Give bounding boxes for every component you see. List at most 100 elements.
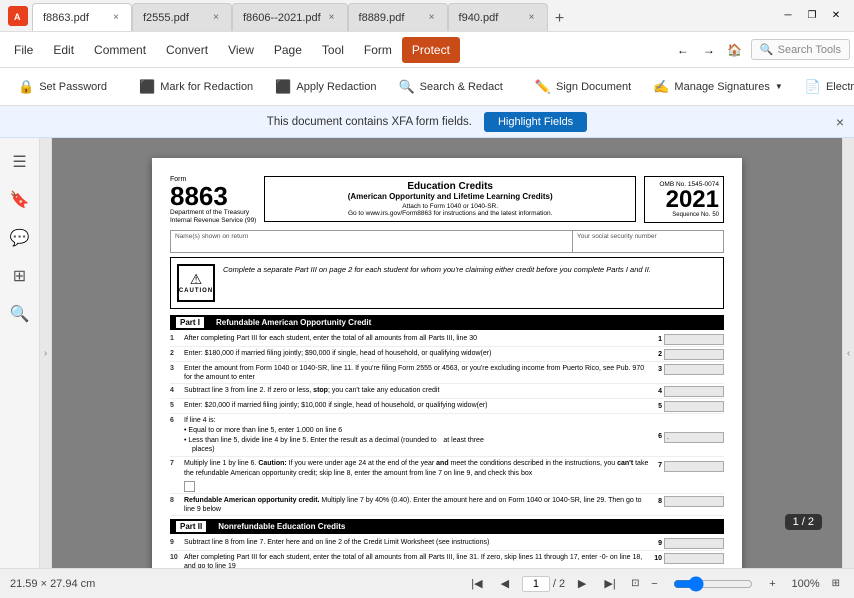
line-3-num: 3 bbox=[658, 365, 662, 374]
manage-signatures-button[interactable]: ✍️ Manage Signatures ▼ bbox=[643, 75, 793, 99]
xfa-message: This document contains XFA form fields. bbox=[267, 116, 472, 128]
menu-search-area: ← → 🏠 🔍 Search Tools bbox=[671, 38, 850, 62]
seq-label: Sequence No. bbox=[672, 212, 710, 218]
tab-f2555[interactable]: f2555.pdf × bbox=[132, 3, 232, 31]
menu-tool[interactable]: Tool bbox=[312, 37, 354, 63]
next-page-button[interactable]: ▶ bbox=[571, 573, 593, 595]
left-chevron-icon: › bbox=[44, 348, 47, 359]
tab-f8606[interactable]: f8606--2021.pdf × bbox=[232, 3, 348, 31]
menu-comment[interactable]: Comment bbox=[84, 37, 156, 63]
line-1-row: 1 After completing Part III for each stu… bbox=[170, 333, 724, 347]
forward-button[interactable]: → bbox=[697, 38, 721, 62]
sidebar-icon-layers[interactable]: ☰ bbox=[4, 146, 36, 178]
line-5-field[interactable] bbox=[664, 401, 724, 412]
lock-icon: 🔒 bbox=[18, 79, 34, 95]
menu-file[interactable]: File bbox=[4, 37, 43, 63]
line-5-num: 5 bbox=[658, 402, 662, 411]
prev-page-button[interactable]: ◀ bbox=[494, 573, 516, 595]
zoom-level: 100% bbox=[791, 578, 819, 590]
line-7-checkbox[interactable] bbox=[184, 481, 195, 492]
menu-convert[interactable]: Convert bbox=[156, 37, 218, 63]
line-10-field[interactable] bbox=[664, 553, 724, 564]
menu-view[interactable]: View bbox=[218, 37, 264, 63]
zoom-slider[interactable] bbox=[673, 576, 753, 592]
page-number-input[interactable] bbox=[522, 576, 550, 592]
apply-redaction-button[interactable]: ⬛ Apply Redaction bbox=[265, 75, 386, 99]
line-9-num: 9 bbox=[658, 539, 662, 548]
line-9-field[interactable] bbox=[664, 538, 724, 549]
left-panel-handle[interactable]: › bbox=[40, 138, 52, 568]
restore-button[interactable]: ❐ bbox=[802, 6, 822, 26]
line-6-row: 6 If line 4 is: • Equal to or more than … bbox=[170, 415, 724, 457]
sign-document-button[interactable]: ✏️ Sign Document bbox=[525, 75, 641, 99]
page-navigation: |◀ ◀ / 2 ▶ ▶| ⊡ bbox=[466, 573, 644, 595]
tab-f940[interactable]: f940.pdf × bbox=[448, 3, 548, 31]
line-1-field[interactable] bbox=[664, 334, 724, 345]
dept-info: Department of the Treasury Internal Reve… bbox=[170, 209, 256, 226]
page-input-area: / 2 bbox=[522, 576, 565, 592]
form-number-big: 8863 bbox=[170, 183, 256, 209]
menu-protect[interactable]: Protect bbox=[402, 37, 460, 63]
close-button[interactable]: ✕ bbox=[826, 6, 846, 26]
tab-f8863-close[interactable]: × bbox=[111, 10, 121, 25]
line-6-field[interactable]: . bbox=[664, 432, 724, 443]
set-password-label: Set Password bbox=[39, 81, 107, 93]
tab-f8863[interactable]: f8863.pdf × bbox=[32, 3, 132, 31]
tab-f8606-label: f8606--2021.pdf bbox=[243, 12, 321, 24]
xfa-close-button[interactable]: × bbox=[836, 114, 844, 130]
electronic-label: Electro... bbox=[826, 81, 854, 93]
home-button[interactable]: 🏠 bbox=[723, 38, 747, 62]
minimize-button[interactable]: ─ bbox=[778, 6, 798, 26]
sidebar-icon-bookmark[interactable]: 🔖 bbox=[4, 184, 36, 216]
part1-title: Refundable American Opportunity Credit bbox=[216, 318, 371, 327]
line-4-field[interactable] bbox=[664, 386, 724, 397]
tab-f8606-close[interactable]: × bbox=[327, 10, 337, 25]
sidebar-icon-comment[interactable]: 💬 bbox=[4, 222, 36, 254]
main-area: ☰ 🔖 💬 ⊞ 🔍 › Form 8863 Department of the … bbox=[0, 138, 854, 568]
apply-redaction-label: Apply Redaction bbox=[296, 81, 376, 93]
tab-f8889[interactable]: f8889.pdf × bbox=[348, 3, 448, 31]
page-count-badge: 1 / 2 bbox=[785, 514, 822, 530]
search-redact-button[interactable]: 🔍 Search & Redact bbox=[388, 75, 512, 99]
apply-redaction-icon: ⬛ bbox=[275, 79, 291, 95]
line-9-row: 9 Subtract line 8 from line 7. Enter her… bbox=[170, 537, 724, 551]
fit-page-button[interactable]: ⊡ bbox=[627, 573, 643, 595]
svg-text:A: A bbox=[14, 12, 21, 22]
mark-redaction-icon: ⬛ bbox=[139, 79, 155, 95]
line-7-field[interactable] bbox=[664, 461, 724, 472]
document-scroll[interactable]: Form 8863 Department of the Treasury Int… bbox=[52, 138, 842, 568]
sidebar-icon-pages[interactable]: ⊞ bbox=[4, 260, 36, 292]
line-3-field[interactable] bbox=[664, 364, 724, 375]
protect-toolbar: 🔒 Set Password ⬛ Mark for Redaction ⬛ Ap… bbox=[0, 68, 854, 106]
menu-form[interactable]: Form bbox=[354, 37, 402, 63]
right-panel-handle[interactable]: ‹ bbox=[842, 138, 854, 568]
line-8-field[interactable] bbox=[664, 496, 724, 507]
last-page-button[interactable]: ▶| bbox=[599, 573, 621, 595]
total-pages: 2 bbox=[559, 578, 565, 590]
tab-f940-label: f940.pdf bbox=[459, 12, 499, 24]
line-1-num: 1 bbox=[658, 335, 662, 344]
highlight-fields-button[interactable]: Highlight Fields bbox=[484, 112, 587, 132]
tab-f8889-close[interactable]: × bbox=[427, 10, 437, 25]
mark-redaction-button[interactable]: ⬛ Mark for Redaction bbox=[129, 75, 263, 99]
lines-section: 1 After completing Part III for each stu… bbox=[170, 333, 724, 516]
fit-width-button[interactable]: ⊞ bbox=[828, 573, 844, 595]
sidebar-icon-search[interactable]: 🔍 bbox=[4, 298, 36, 330]
caution-text: Complete a separate Part III on page 2 f… bbox=[223, 264, 651, 302]
zoom-in-button[interactable]: + bbox=[761, 573, 783, 595]
search-tools-input[interactable]: 🔍 Search Tools bbox=[751, 39, 850, 60]
left-sidebar: ☰ 🔖 💬 ⊞ 🔍 bbox=[0, 138, 40, 568]
menu-edit[interactable]: Edit bbox=[43, 37, 84, 63]
menu-page[interactable]: Page bbox=[264, 37, 312, 63]
new-tab-button[interactable]: + bbox=[548, 7, 572, 31]
zoom-out-button[interactable]: − bbox=[643, 573, 665, 595]
line-8-row: 8 Refundable American opportunity credit… bbox=[170, 495, 724, 516]
line-2-field[interactable] bbox=[664, 349, 724, 360]
set-password-button[interactable]: 🔒 Set Password bbox=[8, 75, 117, 99]
tab-f2555-close[interactable]: × bbox=[211, 10, 221, 25]
first-page-button[interactable]: |◀ bbox=[466, 573, 488, 595]
tab-f940-close[interactable]: × bbox=[527, 10, 537, 25]
electronic-button[interactable]: 📄 Electro... bbox=[795, 75, 854, 99]
form-year: 2021 bbox=[649, 188, 719, 212]
back-button[interactable]: ← bbox=[671, 38, 695, 62]
